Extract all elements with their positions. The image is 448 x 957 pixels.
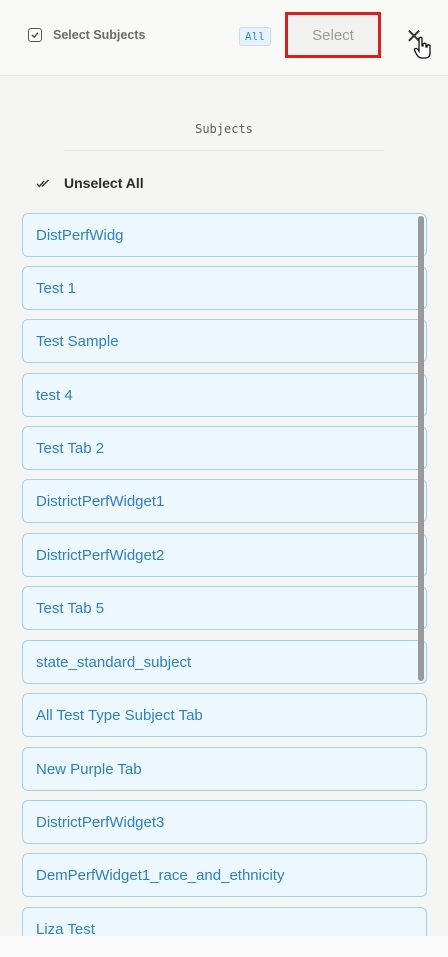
select-button[interactable]: Select xyxy=(285,12,381,58)
section-divider xyxy=(64,150,384,151)
subject-item[interactable]: Test Tab 5 xyxy=(22,586,427,630)
subject-item[interactable]: Liza Test xyxy=(22,907,427,936)
subject-item[interactable]: Test 1 xyxy=(22,266,427,310)
subject-item[interactable]: DistrictPerfWidget1 xyxy=(22,479,427,523)
double-check-icon xyxy=(36,179,49,188)
subject-item[interactable]: DemPerfWidget1_race_and_ethnicity xyxy=(22,853,427,897)
list-scrollbar[interactable] xyxy=(418,216,424,681)
subject-item[interactable]: New Purple Tab xyxy=(22,747,427,791)
subject-item[interactable]: DistrictPerfWidget2 xyxy=(22,533,427,577)
subject-list: DistPerfWidg Test 1 Test Sample test 4 T… xyxy=(22,212,428,936)
unselect-all-button[interactable]: Unselect All xyxy=(36,173,144,193)
subject-item[interactable]: state_standard_subject xyxy=(22,640,427,684)
all-badge: All xyxy=(239,27,271,46)
subject-item[interactable]: DistrictPerfWidget3 xyxy=(22,800,427,844)
section-title: Subjects xyxy=(195,122,253,136)
subject-item[interactable]: Test Tab 2 xyxy=(22,426,427,470)
subject-item[interactable]: test 4 xyxy=(22,373,427,417)
subject-item[interactable]: DistPerfWidg xyxy=(22,213,427,257)
bottom-strip xyxy=(0,936,448,957)
subject-item[interactable]: All Test Type Subject Tab xyxy=(22,693,427,737)
hand-cursor-icon xyxy=(413,36,431,59)
subject-item[interactable]: Test Sample xyxy=(22,319,427,363)
checkbox-icon xyxy=(28,28,42,42)
modal-header: Select Subjects All Select ✕ xyxy=(0,0,448,76)
modal-title: Select Subjects xyxy=(53,28,146,42)
unselect-all-label: Unselect All xyxy=(64,175,144,191)
